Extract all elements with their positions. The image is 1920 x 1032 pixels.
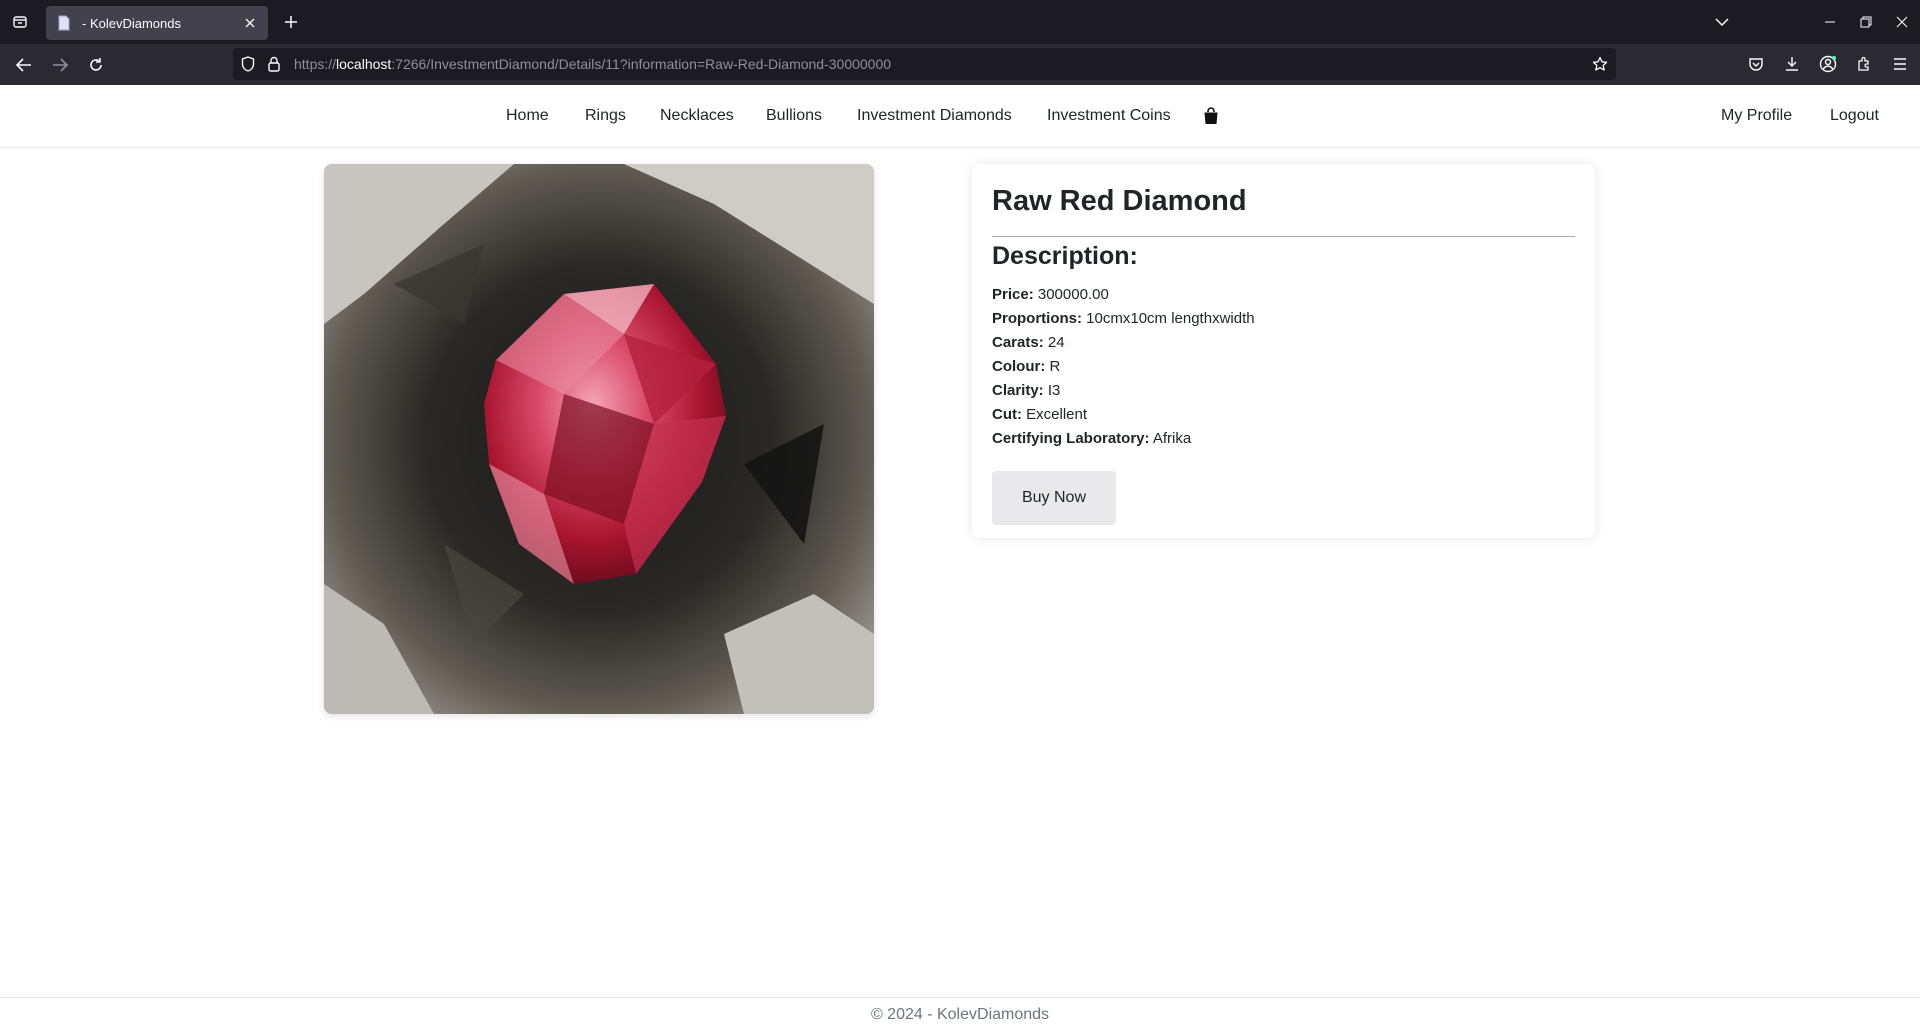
spec-value: 300000.00 — [1037, 286, 1109, 303]
spec-value: R — [1049, 358, 1061, 375]
spec-value: I3 — [1047, 382, 1061, 399]
spec-list: Price: 300000.00 Proportions: 10cmx10cm … — [992, 283, 1575, 451]
spec-carats: Carats: 24 — [992, 331, 1575, 355]
spec-label: Colour: — [992, 358, 1046, 375]
product-details-card: Raw Red Diamond Description: Price: 3000… — [972, 164, 1595, 538]
buy-now-button[interactable]: Buy Now — [992, 471, 1116, 525]
nav-home[interactable]: Home — [506, 107, 549, 125]
url-path: :7266/InvestmentDiamond/Details/11?infor… — [391, 56, 892, 72]
reload-icon[interactable] — [83, 52, 109, 78]
spec-certifying-laboratory: Certifying Laboratory: Afrika — [992, 427, 1575, 451]
spec-label: Carats: — [992, 334, 1044, 351]
page-favicon-icon — [56, 15, 72, 31]
site-header: Home Rings Necklaces Bullions Investment… — [0, 85, 1920, 148]
plus-icon[interactable] — [279, 10, 303, 34]
star-icon[interactable] — [1592, 56, 1608, 72]
nav-necklaces[interactable]: Necklaces — [660, 107, 734, 125]
pocket-icon[interactable] — [1738, 52, 1774, 76]
spec-proportions: Proportions: 10cmx10cm lengthxwidth — [992, 307, 1575, 331]
spec-label: Clarity: — [992, 382, 1044, 399]
site-footer: © 2024 - KolevDiamonds — [0, 997, 1920, 1032]
url-prefix: https:// — [294, 56, 337, 72]
extensions-icon[interactable] — [1846, 52, 1882, 76]
url-text[interactable]: https://localhost:7266/InvestmentDiamond… — [294, 56, 891, 72]
address-bar[interactable]: https://localhost:7266/InvestmentDiamond… — [233, 48, 1616, 80]
nav-rings[interactable]: Rings — [585, 107, 626, 125]
account-icon[interactable] — [1810, 52, 1846, 76]
title-divider — [992, 236, 1575, 237]
footer-copyright: © 2024 - KolevDiamonds — [870, 1006, 1050, 1023]
back-arrow-icon[interactable] — [11, 52, 37, 78]
url-host: localhost — [336, 56, 392, 72]
browser-tab-bar: - KolevDiamonds — [0, 0, 1920, 44]
spec-price: Price: 300000.00 — [992, 283, 1575, 307]
browser-tab-active[interactable]: - KolevDiamonds — [46, 6, 268, 40]
tab-title: - KolevDiamonds — [82, 15, 181, 31]
shield-icon[interactable] — [240, 56, 256, 72]
close-icon[interactable] — [242, 15, 258, 31]
menu-icon[interactable] — [1882, 52, 1918, 76]
chevron-down-icon[interactable] — [1710, 10, 1734, 34]
restore-icon[interactable] — [1848, 0, 1884, 44]
product-image — [324, 164, 874, 714]
lock-icon[interactable] — [266, 56, 282, 72]
nav-investment-diamonds[interactable]: Investment Diamonds — [857, 107, 1012, 125]
spec-value: Excellent — [1026, 406, 1088, 423]
spec-colour: Colour: R — [992, 355, 1575, 379]
spec-clarity: Clarity: I3 — [992, 379, 1575, 403]
spec-label: Certifying Laboratory: — [992, 430, 1150, 447]
spec-cut: Cut: Excellent — [992, 403, 1575, 427]
nav-my-profile[interactable]: My Profile — [1721, 107, 1792, 125]
spec-value: 10cmx10cm lengthxwidth — [1086, 310, 1255, 327]
spec-label: Proportions: — [992, 310, 1082, 327]
shopping-bag-icon[interactable] — [1203, 107, 1219, 125]
spec-label: Cut: — [992, 406, 1022, 423]
nav-logout[interactable]: Logout — [1830, 107, 1879, 125]
spec-label: Price: — [992, 286, 1034, 303]
spec-value: 24 — [1047, 334, 1065, 351]
forward-arrow-icon[interactable] — [47, 52, 73, 78]
product-title: Raw Red Diamond — [992, 185, 1247, 217]
nav-investment-coins[interactable]: Investment Coins — [1047, 107, 1171, 125]
close-window-icon[interactable] — [1884, 0, 1920, 44]
spec-value: Afrika — [1152, 430, 1192, 447]
download-icon[interactable] — [1774, 52, 1810, 76]
tab-list-icon[interactable] — [8, 10, 32, 34]
minimize-icon[interactable] — [1812, 0, 1848, 44]
description-heading: Description: — [992, 242, 1138, 270]
nav-bullions[interactable]: Bullions — [766, 107, 822, 125]
